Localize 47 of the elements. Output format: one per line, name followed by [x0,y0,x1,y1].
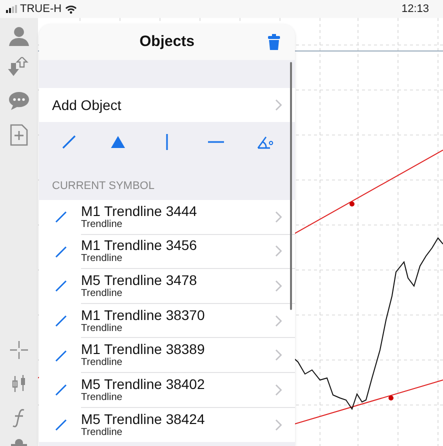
add-object-button[interactable]: Add Object [39,88,295,122]
object-type: Trendline [81,288,124,300]
crosshair-icon[interactable] [9,340,29,360]
trendline-icon[interactable] [60,133,78,151]
trash-icon[interactable] [268,34,280,50]
function-icon[interactable] [12,408,26,428]
object-name: M5 Trendline 38402 [81,376,205,392]
object-name: M1 Trendline 3444 [81,202,197,219]
clock-time: 12:13 [401,2,429,17]
chevron-icon [275,384,282,396]
chevron-icon [275,245,282,258]
carrier-name: TRUE-H [20,2,62,17]
wifi-icon [64,4,77,14]
object-row[interactable]: M5 Trendline 38424 Trendline [39,408,295,442]
object-name: M1 Trendline 3456 [81,237,197,254]
object-name: M1 Trendline 38370 [81,306,205,323]
object-name: M5 Trendline 3478 [81,272,197,288]
object-type: Trendline [81,218,124,231]
trendline-icon [55,315,67,328]
trendline-icon [55,280,67,292]
chevron-icon [275,280,282,292]
chevron-icon [275,418,282,431]
object-type: Trendline [81,392,124,404]
trendline-icon [55,384,67,396]
trendline-icon [55,418,67,431]
chat-icon[interactable] [8,91,30,111]
chevron-icon [275,99,282,111]
trendline-icon [55,246,67,258]
trendline-icon [55,211,67,224]
signal-icon [6,5,17,13]
trendline-icon [55,350,67,362]
object-type: Trendline [81,322,124,335]
object-type: Trendline [81,253,124,266]
object-type: Trendline [81,357,124,370]
chevron-icon [275,314,282,327]
add-document-icon[interactable] [10,124,28,146]
object-row[interactable]: M1 Trendline 38370 Trendline [39,304,295,338]
object-type: Trendline [81,426,124,439]
chevron-icon [275,349,282,362]
chevron-icon [275,210,282,223]
object-row[interactable]: M5 Trendline 38402 Trendline [39,372,295,408]
object-name: M5 Trendline 38424 [81,410,205,427]
object-row[interactable]: M1 Trendline 38389 Trendline [39,338,295,373]
candlestick-icon[interactable] [10,374,28,394]
object-name: M1 Trendline 38389 [81,341,205,358]
section-header: CURRENT SYMBOL [52,178,154,194]
panel-title: Objects [139,32,195,52]
